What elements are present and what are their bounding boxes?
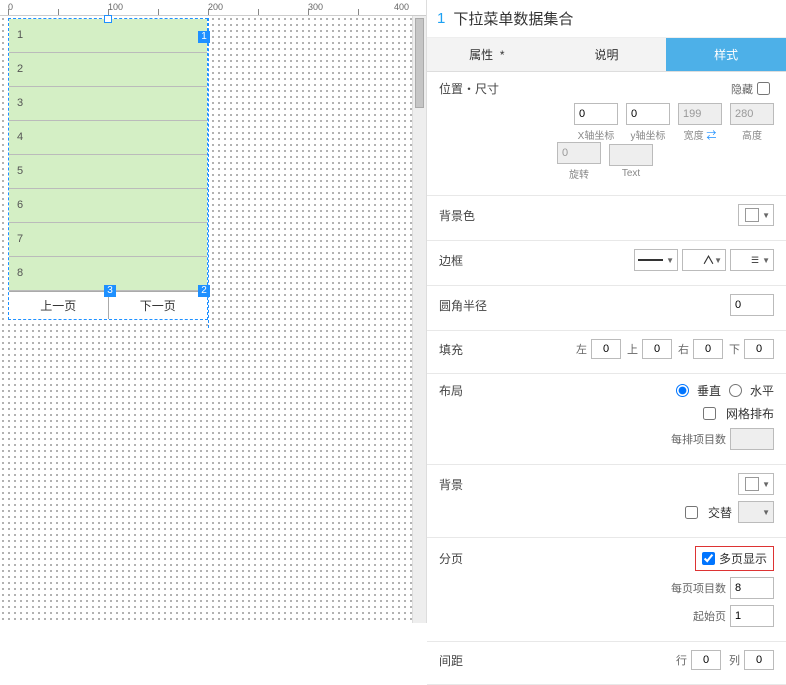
perpage-input[interactable] (730, 577, 774, 599)
label-border: 边框 (439, 252, 499, 269)
border-width-dropdown[interactable]: ☰▼ (730, 249, 774, 271)
list-item: 7 (9, 223, 207, 257)
label-layout: 布局 (439, 382, 499, 399)
label-bgcolor: 背景色 (439, 207, 499, 224)
label-radius: 圆角半径 (439, 297, 499, 314)
guide-line (208, 18, 209, 328)
list-item: 1 (9, 19, 207, 53)
marker-2: 2 (198, 285, 210, 297)
hide-checkbox[interactable] (757, 82, 770, 95)
height-input (730, 103, 774, 125)
scrollbar-thumb[interactable] (415, 18, 424, 108)
rotate-input (557, 142, 601, 164)
x-input[interactable] (574, 103, 618, 125)
tab-style[interactable]: 样式 (666, 38, 786, 71)
width-input (678, 103, 722, 125)
resize-handle-top[interactable] (104, 15, 112, 23)
scrollbar-vertical[interactable] (412, 16, 426, 623)
label-padding: 填充 (439, 341, 499, 358)
pad-right-input[interactable] (693, 339, 723, 359)
text-input (609, 144, 653, 166)
multipage-highlight: 多页显示 (695, 546, 774, 571)
grid-layout-checkbox[interactable]: 网格排布 (703, 405, 774, 422)
pad-top-input[interactable] (642, 339, 672, 359)
label-background: 背景 (439, 476, 499, 493)
gap-col-input[interactable] (744, 650, 774, 670)
radius-input[interactable] (730, 294, 774, 316)
label-gap: 间距 (439, 652, 499, 669)
list-item: 6 (9, 189, 207, 223)
link-icon[interactable]: ⇄ (706, 131, 716, 142)
next-page-button[interactable]: 下一页 (109, 292, 208, 319)
startpage-input[interactable] (730, 605, 774, 627)
pad-bottom-input[interactable] (744, 339, 774, 359)
gap-row-input[interactable] (691, 650, 721, 670)
pad-left-input[interactable] (591, 339, 621, 359)
label-hide: 隐藏 (731, 81, 753, 97)
alternate-checkbox[interactable]: 交替 (685, 504, 732, 521)
perrow-input (730, 428, 774, 450)
border-color-dropdown[interactable]: ▼ (682, 249, 726, 271)
marker-1: 1 (198, 31, 210, 43)
list-item: 4 (9, 121, 207, 155)
label-paging: 分页 (439, 550, 499, 567)
layout-vertical-radio[interactable]: 垂直 (676, 382, 721, 399)
multipage-checkbox[interactable] (702, 552, 715, 565)
panel-index: 1 (437, 10, 445, 27)
border-style-dropdown[interactable]: ▼ (634, 249, 678, 271)
properties-panel: 1 下拉菜单数据集合 属性 * 说明 样式 位置・尺寸 隐藏 X轴坐标 y轴坐标… (426, 0, 786, 623)
bgcolor-dropdown[interactable]: ▼ (738, 204, 774, 226)
tab-properties[interactable]: 属性 * (427, 38, 547, 71)
y-input[interactable] (626, 103, 670, 125)
canvas[interactable]: 0 100 200 300 400 1 1 2 3 4 5 6 7 8 (0, 0, 426, 623)
layout-horizontal-radio[interactable]: 水平 (729, 382, 774, 399)
list-item: 2 (9, 53, 207, 87)
list-item: 5 (9, 155, 207, 189)
marker-3: 3 (104, 285, 116, 297)
dropdown-list-widget[interactable]: 1 1 2 3 4 5 6 7 8 2 3 上一页 下一页 (8, 18, 208, 320)
ruler-horizontal: 0 100 200 300 400 (0, 0, 426, 16)
list-item: 3 (9, 87, 207, 121)
label-position: 位置・尺寸 (439, 80, 499, 97)
back-color-dropdown[interactable]: ▼ (738, 473, 774, 495)
tab-description[interactable]: 说明 (547, 38, 667, 71)
panel-title: 下拉菜单数据集合 (453, 8, 573, 29)
alternate-color-dropdown[interactable]: ▼ (738, 501, 774, 523)
prev-page-button[interactable]: 上一页 (9, 292, 109, 319)
